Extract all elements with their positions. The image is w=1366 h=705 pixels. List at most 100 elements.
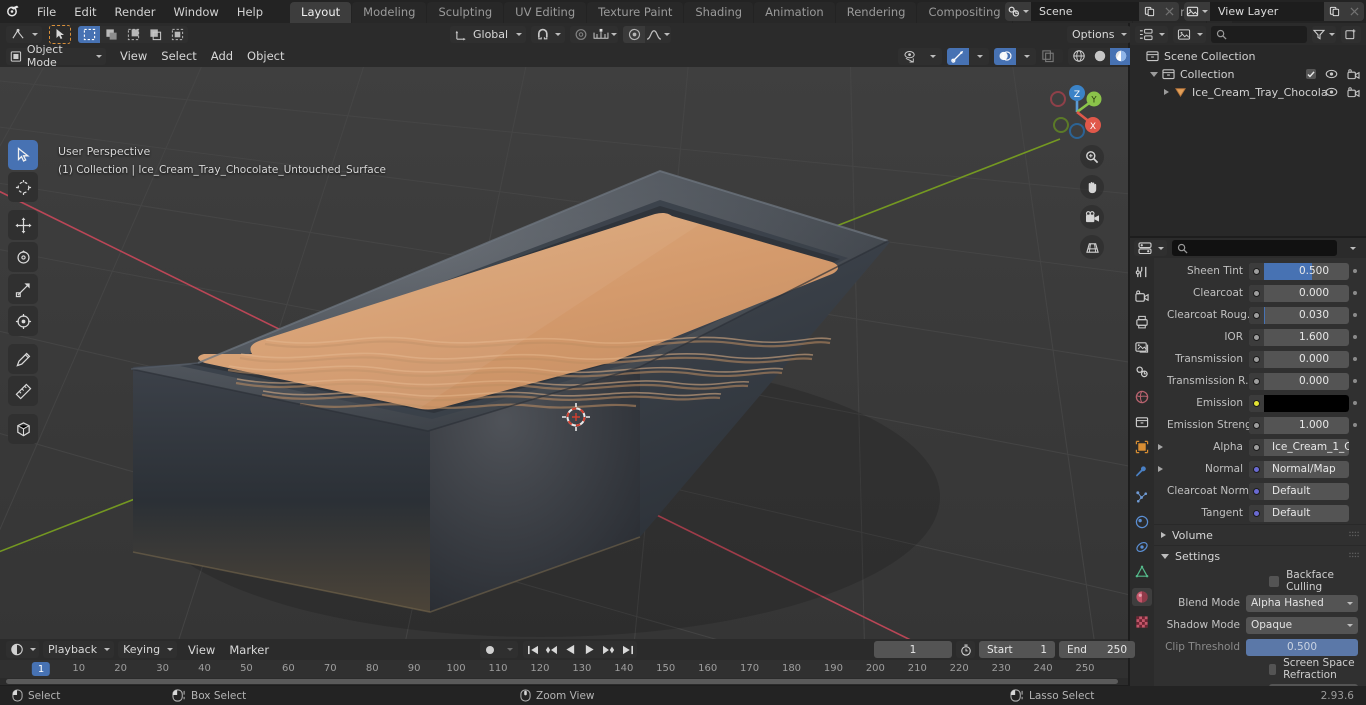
clearcoat-roug-slider[interactable]: 0.030 <box>1249 306 1349 324</box>
viewport-nav-buttons[interactable] <box>1080 145 1104 259</box>
snap-dropdown[interactable] <box>531 25 565 43</box>
workspace-tab-uv-editing[interactable]: UV Editing <box>504 2 587 23</box>
start-frame-field[interactable]: Start 1 <box>979 641 1055 658</box>
outliner-editor-type-dropdown[interactable] <box>1135 25 1168 43</box>
emission-strengt-slider[interactable]: 1.000 <box>1249 416 1349 434</box>
play-reverse-icon[interactable] <box>561 641 580 658</box>
overlays-group[interactable] <box>994 47 1036 65</box>
select-mode-group[interactable] <box>78 25 188 43</box>
physics-tab[interactable] <box>1132 513 1152 531</box>
wireframe-shading-icon[interactable] <box>1068 47 1089 65</box>
render-tab[interactable] <box>1132 288 1152 306</box>
menu-file[interactable]: File <box>28 2 65 22</box>
proportional-falloff-icon[interactable] <box>592 25 618 43</box>
viewport-menu-object[interactable]: Object <box>240 49 291 63</box>
screen-space-refraction-checkbox[interactable] <box>1269 663 1277 675</box>
new-view-layer-button[interactable] <box>1324 2 1344 21</box>
zoom-view-icon[interactable] <box>1080 145 1104 169</box>
node-input-row[interactable]: Alpha Ice_Cream_1_Choc... <box>1154 436 1366 458</box>
node-input-row[interactable]: Sheen Tint 0.500 <box>1154 260 1366 282</box>
move-tool[interactable] <box>8 210 38 240</box>
timeline-editor-type-dropdown[interactable] <box>6 641 39 658</box>
exclude-checkbox[interactable] <box>1306 69 1316 79</box>
emission-color-field[interactable] <box>1249 394 1349 412</box>
output-tab[interactable] <box>1132 313 1152 331</box>
backface-culling-row[interactable]: Backface Culling <box>1154 569 1366 593</box>
settings-panel-header[interactable]: Settings <box>1154 545 1366 566</box>
unlink-scene-button[interactable] <box>1159 2 1179 21</box>
tweak-tool[interactable] <box>8 140 38 170</box>
measure-tool[interactable] <box>8 376 38 406</box>
view-layer-selector[interactable]: View Layer <box>1184 2 1364 21</box>
menu-window[interactable]: Window <box>164 2 227 22</box>
chevron-right-icon[interactable] <box>1154 466 1167 472</box>
object-data-tab[interactable] <box>1132 563 1152 581</box>
3d-viewport[interactable]: User Perspective (1) Collection | Ice_Cr… <box>0 67 1128 639</box>
disable-in-renders-icon[interactable] <box>1347 86 1360 98</box>
outliner-search-input[interactable] <box>1211 25 1307 43</box>
disable-in-renders-icon[interactable] <box>1347 68 1360 80</box>
outliner-display-mode-dropdown[interactable] <box>1173 25 1206 43</box>
sheen-tint-slider[interactable]: 0.500 <box>1249 262 1349 280</box>
blend-mode-row[interactable]: Blend Mode Alpha Hashed <box>1154 592 1366 614</box>
emission-swatch[interactable] <box>1264 394 1349 412</box>
view-layer-tab[interactable] <box>1132 338 1152 356</box>
visibility-dropdown[interactable] <box>898 47 942 65</box>
clip-threshold-slider[interactable]: 0.500 <box>1246 638 1358 656</box>
menu-help[interactable]: Help <box>228 2 272 22</box>
pan-view-icon[interactable] <box>1080 175 1104 199</box>
shadow-mode-row[interactable]: Shadow Mode Opaque <box>1154 614 1366 636</box>
texture-tab[interactable] <box>1132 613 1152 631</box>
solid-shading-icon[interactable] <box>1089 47 1110 65</box>
jump-to-end-icon[interactable] <box>618 641 637 658</box>
playback-transport[interactable] <box>523 641 637 658</box>
add-cube-tool[interactable] <box>8 414 38 444</box>
animate-property-icon[interactable] <box>1349 357 1360 361</box>
cursor-tool[interactable] <box>8 172 38 202</box>
timeline-menu-view[interactable]: View <box>181 643 222 657</box>
properties-editor-type-dropdown[interactable] <box>1134 240 1167 256</box>
view-layer-name[interactable]: View Layer <box>1210 2 1324 21</box>
select-invert-icon[interactable] <box>144 25 166 43</box>
properties-content[interactable]: Sheen Tint 0.500 Clearcoat 0.000 Clearcoat R… <box>1154 258 1366 686</box>
scene-icon[interactable] <box>1005 2 1031 21</box>
alpha-field[interactable]: Ice_Cream_1_Choc... <box>1249 438 1349 456</box>
navigation-gizmo[interactable]: Z Y X <box>1040 75 1114 149</box>
animate-property-icon[interactable] <box>1349 313 1360 317</box>
outliner-filter-button[interactable] <box>1312 25 1336 43</box>
jump-to-next-keyframe-icon[interactable] <box>599 641 618 658</box>
scene-selector[interactable]: Scene <box>1005 2 1179 21</box>
transform-orientation-dropdown[interactable]: Global <box>450 25 526 43</box>
interaction-mode-dropdown[interactable]: Object Mode <box>6 43 106 69</box>
clearcoat-normal-field[interactable]: Default <box>1249 482 1349 500</box>
particles-tab[interactable] <box>1132 488 1152 506</box>
view-layer-icon[interactable] <box>1184 2 1210 21</box>
proportional-editing-icon[interactable] <box>570 25 592 43</box>
constraints-tab[interactable] <box>1132 538 1152 556</box>
animate-property-icon[interactable] <box>1349 401 1360 405</box>
blend-mode-dropdown[interactable]: Alpha Hashed <box>1246 594 1358 612</box>
animate-property-icon[interactable] <box>1349 379 1360 383</box>
select-subtract-icon[interactable] <box>122 25 144 43</box>
workspace-tab-animation[interactable]: Animation <box>754 2 835 23</box>
chevron-right-icon[interactable] <box>1164 89 1169 95</box>
animate-property-icon[interactable] <box>1349 269 1360 273</box>
workspace-tab-compositing[interactable]: Compositing <box>917 2 1012 23</box>
new-scene-button[interactable] <box>1139 2 1159 21</box>
show-gizmo-icon[interactable] <box>947 47 969 65</box>
timeline-editor[interactable]: Playback Keying View Marker 1 Start 1 En… <box>0 639 1135 685</box>
scene-name[interactable]: Scene <box>1031 2 1139 21</box>
menu-render[interactable]: Render <box>106 2 165 22</box>
node-input-row[interactable]: IOR 1.600 <box>1154 326 1366 348</box>
new-collection-button[interactable] <box>1341 25 1361 43</box>
rotate-tool[interactable] <box>8 242 38 272</box>
gizmo-group[interactable] <box>947 47 989 65</box>
workspace-tab-modeling[interactable]: Modeling <box>352 2 427 23</box>
properties-search-input[interactable] <box>1172 240 1337 256</box>
object-tab[interactable] <box>1132 438 1152 456</box>
node-input-row[interactable]: Transmission 0.000 <box>1154 348 1366 370</box>
workspace-tab-layout[interactable]: Layout <box>290 2 352 23</box>
normal-field[interactable]: Normal/Map <box>1249 460 1349 478</box>
workspace-tab-rendering[interactable]: Rendering <box>835 2 917 23</box>
select-extend-icon[interactable] <box>100 25 122 43</box>
